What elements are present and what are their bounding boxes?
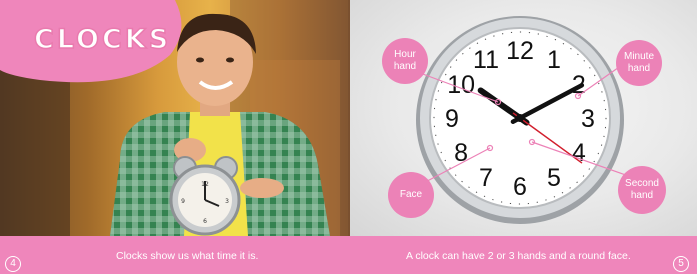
clock-numeral: 5 [547, 164, 561, 192]
clock-numeral: 11 [473, 46, 499, 74]
book-spread: 12 6 3 9 CLOCKS 121234567891011 [0, 0, 697, 274]
boy-photo: 12 6 3 9 CLOCKS [0, 0, 350, 236]
clock-numeral: 9 [445, 105, 459, 133]
svg-text:6: 6 [203, 218, 207, 225]
caption-right: A clock can have 2 or 3 hands and a roun… [406, 250, 631, 262]
page-title: CLOCKS [33, 23, 172, 56]
clock-numeral: 1 [547, 46, 561, 74]
clock-numeral: 12 [506, 37, 534, 65]
wall-clock-photo: 121234567891011 Hour hand Minute hand Fa… [350, 0, 697, 236]
page-number-right: 5 [673, 256, 689, 272]
page-number-left: 4 [5, 256, 21, 272]
callout-minute-hand: Minute hand [616, 40, 662, 86]
callout-face: Face [388, 172, 434, 218]
callout-face-label: Face [399, 189, 423, 200]
caption-left: Clocks show us what time it is. [116, 250, 259, 262]
callout-second-label: Second hand [625, 178, 659, 201]
clock-numeral: 7 [479, 164, 493, 192]
svg-text:12: 12 [201, 181, 209, 188]
svg-text:3: 3 [225, 198, 229, 205]
clock-numeral: 3 [581, 105, 595, 133]
clock-numeral: 4 [572, 139, 586, 167]
callout-hour-label: Hour hand [393, 49, 417, 72]
svg-text:9: 9 [181, 198, 185, 205]
callout-hour-hand: Hour hand [382, 38, 428, 84]
clock-hub [516, 114, 524, 122]
callout-second-hand: Second hand [618, 166, 666, 214]
callout-minute-label: Minute hand [623, 51, 654, 74]
clock-numeral: 6 [513, 173, 527, 201]
